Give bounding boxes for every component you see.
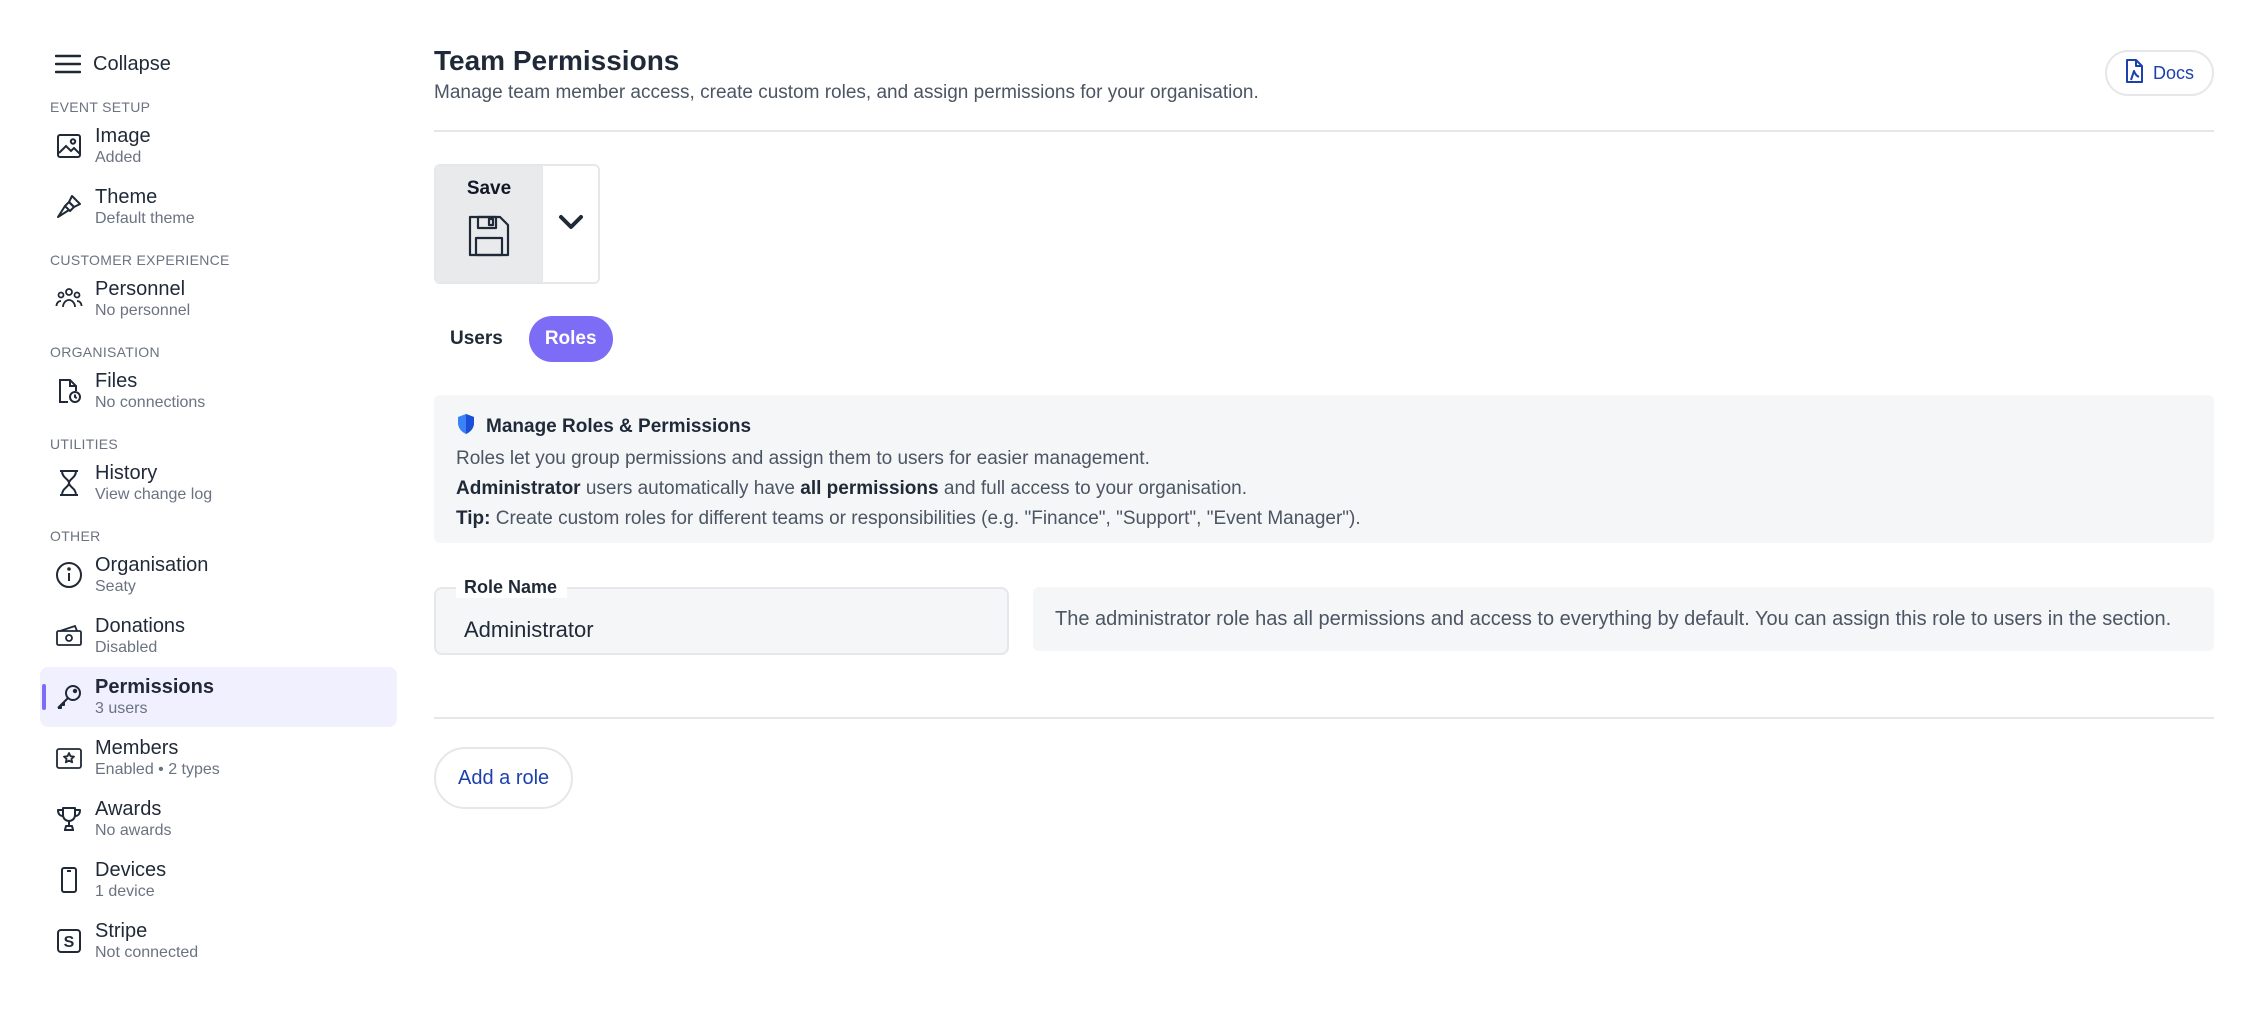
sidebar-item-donations[interactable]: Donations Disabled [40, 606, 397, 666]
sidebar-item-title: Members [95, 736, 179, 759]
sidebar-item-devices[interactable]: Devices 1 device [40, 850, 397, 910]
docs-label: Docs [2152, 62, 2194, 83]
phone-icon [55, 866, 83, 894]
info-bold-all-permissions: all permissions [800, 477, 939, 499]
sidebar-item-awards[interactable]: Awards No awards [40, 789, 397, 849]
stripe-icon: S [55, 927, 83, 955]
hourglass-icon [55, 469, 83, 497]
sidebar-item-sub: Enabled • 2 types [95, 760, 220, 778]
sidebar-item-title: Donations [95, 614, 186, 637]
sidebar-item-image[interactable]: Image Added [40, 116, 397, 176]
sidebar-item-theme[interactable]: Theme Default theme [40, 177, 397, 237]
role-name-input[interactable] [436, 589, 1007, 653]
main-content: Team Permissions Manage team member acce… [434, 44, 2214, 809]
file-clock-icon [55, 377, 83, 405]
sidebar-item-title: Image [95, 124, 151, 147]
sidebar-item-sub: Disabled [95, 638, 158, 656]
sidebar-item-sub: Default theme [95, 209, 195, 227]
info-line-3: Tip: Create custom roles for different t… [456, 508, 2192, 531]
save-button-group: Save [434, 164, 600, 284]
paintbrush-icon [55, 193, 83, 221]
people-icon [55, 285, 83, 313]
add-role-button[interactable]: Add a role [434, 747, 574, 809]
sidebar-item-sub: 1 device [95, 882, 155, 900]
menu-icon [55, 51, 81, 77]
collapse-label: Collapse [93, 52, 171, 75]
sidebar-item-sub: Not connected [95, 943, 199, 961]
collapse-button[interactable]: Collapse [40, 44, 397, 84]
info-title: Manage Roles & Permissions [486, 416, 752, 437]
sidebar-item-title: Personnel [95, 277, 186, 300]
star-card-icon [55, 744, 83, 772]
divider [434, 717, 2214, 719]
roles-info-box: Manage Roles & Permissions Roles let you… [434, 395, 2214, 543]
sidebar-item-stripe[interactable]: S Stripe Not connected [40, 911, 397, 971]
document-icon [2123, 58, 2145, 89]
info-icon [55, 561, 83, 589]
sidebar-item-sub: No connections [95, 393, 206, 411]
save-label: Save [466, 178, 512, 199]
sidebar-item-organisation[interactable]: Organisation Seaty [40, 545, 397, 605]
key-icon [55, 683, 83, 711]
role-name-field: Role Name [434, 577, 1009, 655]
page-header: Team Permissions Manage team member acce… [434, 44, 2214, 132]
info-text: Create custom roles for different teams … [490, 507, 1361, 529]
page-subtitle: Manage team member access, create custom… [434, 81, 1259, 103]
docs-button[interactable]: Docs [2104, 50, 2214, 96]
page-title: Team Permissions [434, 45, 680, 76]
sidebar-item-history[interactable]: History View change log [40, 453, 397, 513]
sidebar-item-sub: No awards [95, 821, 172, 839]
sidebar-item-title: Stripe [95, 919, 148, 942]
section-title-organisation: ORGANISATION [50, 344, 160, 360]
info-text: users automatically have [580, 477, 801, 499]
info-bold-tip: Tip: [456, 507, 491, 529]
info-text: and full access to your organisation. [938, 477, 1247, 499]
sidebar-item-title: Files [95, 369, 138, 392]
section-title-other: OTHER [50, 528, 101, 544]
chevron-down-icon [558, 214, 584, 235]
sidebar-item-title: History [95, 461, 158, 484]
sidebar-item-files[interactable]: Files No connections [40, 361, 397, 421]
sidebar-item-title: Theme [95, 185, 158, 208]
sidebar-item-members[interactable]: Members Enabled • 2 types [40, 728, 397, 788]
info-line-1: Roles let you group permissions and assi… [456, 448, 1150, 469]
trophy-icon [55, 805, 83, 833]
floppy-disk-icon [467, 214, 511, 263]
role-row: Role Name The administrator role has all… [434, 577, 2214, 655]
sidebar-item-title: Awards [95, 797, 162, 820]
section-title-event-setup: EVENT SETUP [50, 99, 151, 115]
info-line-2: Administrator users automatically have a… [456, 478, 2192, 501]
sidebar-item-sub: Added [95, 148, 142, 166]
sidebar-item-sub: No personnel [95, 301, 191, 319]
save-options-dropdown[interactable] [542, 166, 598, 282]
section-title-customer-experience: CUSTOMER EXPERIENCE [50, 252, 230, 268]
save-button[interactable]: Save [436, 166, 542, 282]
sidebar-item-sub: 3 users [95, 699, 148, 717]
shield-icon [456, 413, 476, 441]
tab-bar: Users Roles [434, 316, 2214, 362]
sidebar-item-sub: View change log [95, 485, 213, 503]
sidebar-item-permissions[interactable]: Permissions 3 users [40, 667, 397, 727]
sidebar-item-personnel[interactable]: Personnel No personnel [40, 269, 397, 329]
sidebar-item-title: Devices [95, 858, 167, 881]
cash-icon [55, 622, 83, 650]
info-bold-administrator: Administrator [456, 477, 581, 499]
tab-roles[interactable]: Roles [528, 316, 613, 362]
role-description: The administrator role has all permissio… [1033, 587, 2214, 651]
section-title-utilities: UTILITIES [50, 436, 119, 452]
sidebar-item-title: Organisation [95, 553, 209, 576]
sidebar-item-sub: Seaty [95, 577, 136, 595]
svg-text:S: S [64, 934, 75, 951]
image-icon [55, 132, 83, 160]
sidebar: Collapse EVENT SETUP Image Added Theme Def… [40, 44, 397, 972]
sidebar-item-title: Permissions [95, 675, 214, 698]
tab-users[interactable]: Users [434, 316, 519, 362]
